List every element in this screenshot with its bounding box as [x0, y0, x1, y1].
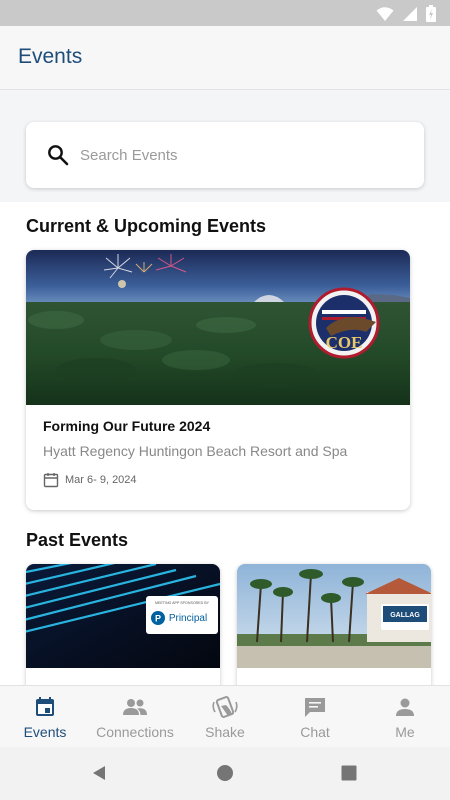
coe-logo-text: COE: [326, 333, 363, 352]
svg-text:P: P: [155, 614, 161, 624]
nav-me[interactable]: Me: [360, 686, 450, 747]
recents-square-icon: [341, 765, 357, 781]
page-title: Events: [18, 45, 83, 68]
system-navigation-bar: [0, 747, 450, 800]
nav-connections-label: Connections: [96, 724, 174, 740]
signal-icon: [403, 6, 417, 21]
event-date-row: Mar 6- 9, 2024: [43, 472, 137, 488]
back-triangle-icon: [93, 766, 105, 780]
battery-icon: [426, 5, 436, 22]
back-button[interactable]: [87, 761, 111, 785]
nav-shake-label: Shake: [205, 724, 245, 740]
calendar-icon: [32, 694, 58, 720]
status-icons: [376, 5, 436, 22]
sponsor-caption: MEETING APP SPONSORED BY: [155, 601, 210, 605]
nav-me-label: Me: [395, 724, 415, 740]
search-icon: [48, 145, 69, 166]
shake-hand-icon: [212, 694, 238, 720]
status-bar: [0, 0, 450, 26]
calendar-icon: [43, 473, 59, 488]
past-events-heading: Past Events: [26, 530, 129, 550]
search-area: [0, 90, 450, 202]
event-banner-image: COE: [26, 250, 410, 405]
current-events-heading: Current & Upcoming Events: [26, 216, 267, 236]
event-date: Mar 6- 9, 2024: [65, 474, 137, 486]
principal-logo-text: Principal: [169, 613, 207, 624]
nav-events[interactable]: Events: [0, 686, 90, 747]
nav-events-label: Events: [23, 724, 67, 740]
past-event-image: MEETING APP SPONSORED BY P Principal: [26, 564, 220, 668]
home-button[interactable]: [213, 761, 237, 785]
event-venue: Hyatt Regency Huntingon Beach Resort and…: [43, 443, 348, 459]
nav-chat-label: Chat: [300, 724, 330, 740]
chat-bubble-icon: [302, 694, 328, 720]
nav-shake[interactable]: Shake: [180, 686, 270, 747]
bottom-navigation: Events Connections Shake Chat Me: [0, 685, 450, 747]
search-box[interactable]: [26, 122, 424, 188]
nav-chat[interactable]: Chat: [270, 686, 360, 747]
events-content[interactable]: Current & Upcoming Events COE Forming Ou…: [0, 202, 450, 685]
coe-logo: COE: [308, 287, 380, 359]
home-circle-icon: [217, 765, 233, 781]
people-icon: [122, 694, 148, 720]
nav-connections[interactable]: Connections: [90, 686, 180, 747]
principal-logo: MEETING APP SPONSORED BY P Principal: [146, 596, 218, 634]
person-icon: [392, 694, 418, 720]
recents-button[interactable]: [337, 761, 361, 785]
past-event-image: GALLAG: [237, 564, 431, 668]
past-event-card[interactable]: MEETING APP SPONSORED BY P Principal: [26, 564, 220, 685]
current-event-card[interactable]: COE Forming Our Future 2024 Hyatt Regenc…: [26, 250, 410, 510]
event-name: Forming Our Future 2024: [43, 418, 211, 434]
wifi-icon: [376, 6, 394, 21]
past-event-card[interactable]: GALLAG: [237, 564, 431, 685]
gallagher-logo: GALLAG: [381, 604, 429, 630]
app-bar: Events: [0, 26, 450, 90]
search-input[interactable]: [80, 140, 400, 170]
gallagher-logo-text: GALLAG: [390, 612, 420, 619]
